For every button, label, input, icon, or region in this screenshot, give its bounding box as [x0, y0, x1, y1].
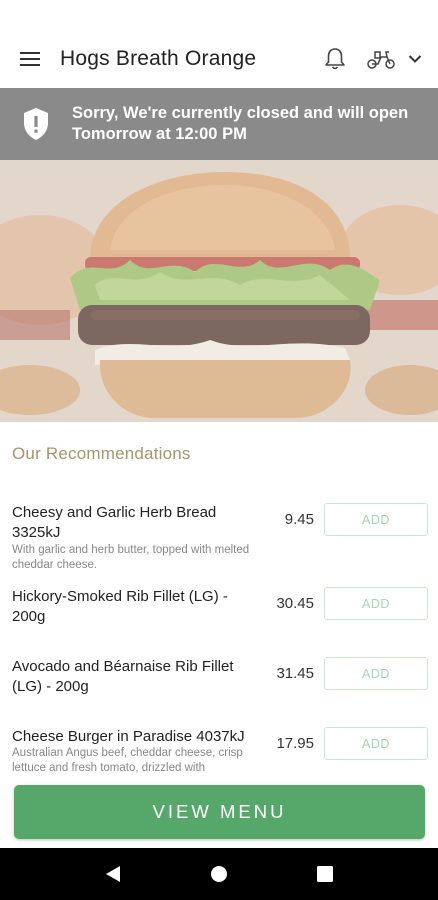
hero-burger-image [0, 160, 438, 422]
closed-notice-line2: Tomorrow at 12:00 PM [72, 125, 247, 143]
app-title: Hogs Breath Orange [60, 47, 257, 70]
item-name: Avocado and Béarnaise Rib Fillet (LG) - … [12, 658, 234, 695]
bell-icon[interactable] [320, 30, 350, 88]
closed-notice-text: Sorry, We're currently closed and will o… [72, 103, 408, 145]
hamburger-icon[interactable] [0, 30, 60, 88]
home-circle-icon[interactable] [199, 854, 239, 894]
item-price: 31.45 [276, 665, 314, 682]
item-name: Cheesy and Garlic Herb Bread 3325kJ [12, 504, 217, 541]
add-button[interactable]: ADD [324, 657, 428, 690]
shield-alert-icon [0, 88, 72, 160]
item-name: Hickory-Smoked Rib Fillet (LG) - 200g [12, 588, 228, 625]
back-triangle-icon[interactable] [93, 854, 133, 894]
add-button[interactable]: ADD [324, 727, 428, 760]
item-name: Cheese Burger in Paradise 4037kJ [12, 728, 245, 745]
item-description: With garlic and herb butter, topped with… [12, 544, 250, 571]
item-price: 30.45 [276, 595, 314, 612]
recents-square-icon[interactable] [305, 854, 345, 894]
chevron-down-icon[interactable] [398, 30, 432, 88]
app-bar: Hogs Breath Orange [0, 30, 438, 88]
item-price: 17.95 [276, 735, 314, 752]
closed-notice-line1: Sorry, We're currently closed and will o… [72, 104, 409, 122]
item-description: Australian Angus beef, cheddar cheese, c… [12, 747, 243, 774]
add-button[interactable]: ADD [324, 587, 428, 620]
add-button[interactable]: ADD [324, 503, 428, 536]
menu-item[interactable]: Cheese Burger in Paradise 4037kJ Austral… [0, 727, 438, 777]
view-menu-button[interactable]: VIEW MENU [14, 785, 425, 839]
system-navigation-bar [0, 848, 438, 900]
recommendations-title: Our Recommendations [12, 444, 191, 463]
item-price: 9.45 [284, 511, 314, 528]
scooter-icon[interactable] [364, 30, 398, 88]
closed-notice-banner: Sorry, We're currently closed and will o… [0, 88, 438, 160]
status-bar [0, 0, 438, 30]
